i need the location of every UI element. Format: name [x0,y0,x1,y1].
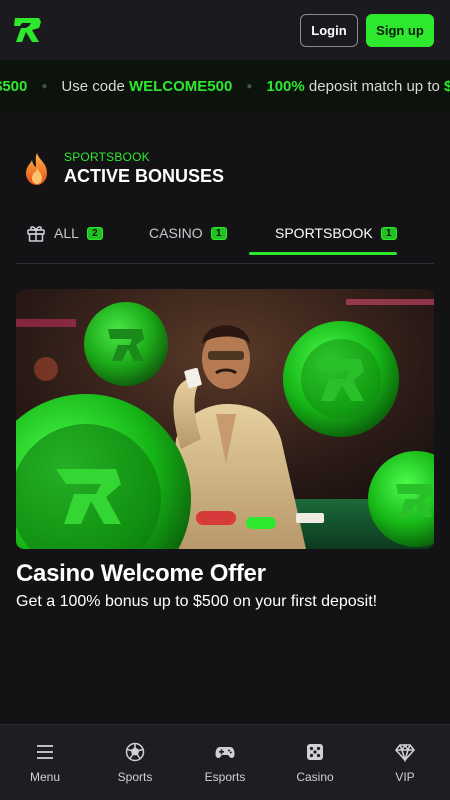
signup-button[interactable]: Sign up [366,13,434,47]
nav-item-esports[interactable]: Esports [180,725,270,800]
auth-buttons: Login Sign up [300,13,434,47]
active-tab-indicator [249,252,397,255]
tab-sportsbook-count-badge: 1 [380,226,397,240]
diamond-icon [395,742,415,762]
ticker-item-match-tail: $5 [444,77,450,95]
brand-logo[interactable] [12,14,44,46]
soccer-ball-icon [125,742,145,761]
section-kicker: SPORTSBOOK [64,150,150,164]
tab-all-label: ALL [54,225,79,241]
promo-banner-image[interactable] [16,289,434,549]
promo-description: Get a 100% bonus up to $500 on your firs… [16,593,378,610]
nav-item-vip[interactable]: VIP [360,725,450,800]
tab-casino[interactable]: CASINO 1 [149,212,227,254]
ticker-separator: ● [41,80,48,92]
ticker-track: $500 ● Use code WELCOME500 ● 100% deposi… [0,78,450,95]
tab-casino-label: CASINO [149,225,203,241]
nav-item-menu-label: Menu [29,769,61,784]
ticker-item-code: WELCOME500 [128,77,233,95]
ticker-item-match-text: deposit match up to [304,77,444,95]
tab-sportsbook[interactable]: SPORTSBOOK 1 [275,212,397,254]
nav-item-vip-label: VIP [395,769,415,784]
nav-item-sports[interactable]: Sports [90,725,180,800]
casino-scene-illustration [16,289,434,549]
top-bar: Login Sign up [0,0,450,60]
tab-all-count-badge: 2 [86,226,103,240]
nav-item-menu[interactable]: Menu [0,725,90,800]
section-heading-text: SPORTSBOOK ACTIVE BONUSES [64,150,224,187]
tab-sportsbook-label: SPORTSBOOK [275,225,373,241]
bottom-nav: Menu Sports Esports Casino VIP [0,724,450,800]
menu-icon [37,744,53,759]
promo-title: Casino Welcome Offer [16,560,266,587]
nav-item-sports-label: Sports [117,769,153,784]
fire-icon [26,152,47,185]
promo-ticker[interactable]: $500 ● Use code WELCOME500 ● 100% deposi… [0,60,450,112]
ticker-item-amount: $500 [0,77,28,95]
ticker-item-code-prefix: Use code [61,77,129,95]
gamepad-icon [215,746,235,758]
section-title: ACTIVE BONUSES [64,166,225,186]
login-button[interactable]: Login [300,13,358,47]
section-heading: SPORTSBOOK ACTIVE BONUSES [24,150,224,187]
tab-casino-count-badge: 1 [210,226,227,240]
nav-item-casino[interactable]: Casino [270,725,360,800]
gift-icon [27,226,45,242]
bonus-tabs: ALL 2 CASINO 1 SPORTSBOOK 1 [16,212,434,264]
chip-logo-top-left [84,302,168,386]
ticker-separator: ● [246,80,253,92]
dice-icon [307,743,323,760]
nav-item-casino-label: Casino [296,769,334,784]
page: Login Sign up $500 ● Use code WELCOME500… [0,0,450,800]
ticker-item-match: 100% [266,77,305,95]
chip-logo-right [283,321,399,437]
tab-all[interactable]: ALL 2 [26,212,103,254]
nav-item-esports-label: Esports [204,769,246,784]
